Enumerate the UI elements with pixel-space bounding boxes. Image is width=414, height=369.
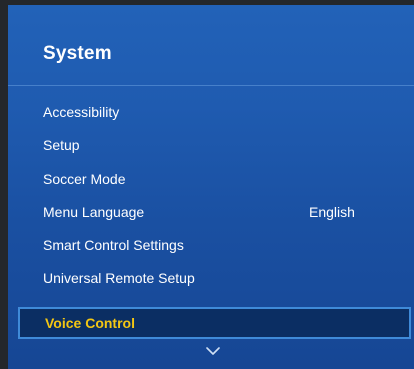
menu-item-setup[interactable]: Setup [43, 133, 383, 157]
menu-item-label: Menu Language [43, 204, 145, 220]
tv-screen: System Accessibility Setup Soccer Mode M… [0, 0, 414, 369]
menu-item-smart-control-settings[interactable]: Smart Control Settings [43, 233, 383, 257]
menu-language-value: English [309, 204, 355, 220]
menu-item-label: Universal Remote Setup [43, 270, 195, 286]
chevron-down-icon[interactable] [206, 346, 220, 356]
menu-item-universal-remote-setup[interactable]: Universal Remote Setup [43, 266, 383, 290]
menu-item-soccer-mode[interactable]: Soccer Mode [43, 167, 383, 191]
menu-item-label: Setup [43, 137, 80, 153]
system-menu-panel: System Accessibility Setup Soccer Mode M… [8, 5, 414, 369]
menu-item-label: Soccer Mode [43, 171, 126, 187]
menu-item-menu-language[interactable]: Menu Language English [43, 200, 383, 224]
menu-item-label: Smart Control Settings [43, 237, 184, 253]
menu-item-accessibility[interactable]: Accessibility [43, 100, 383, 124]
panel-title: System [43, 43, 112, 64]
menu-item-label: Accessibility [43, 104, 120, 120]
selected-item-label: Voice Control [45, 315, 135, 331]
title-divider [8, 85, 414, 86]
menu-item-voice-control[interactable]: Voice Control [18, 307, 411, 339]
